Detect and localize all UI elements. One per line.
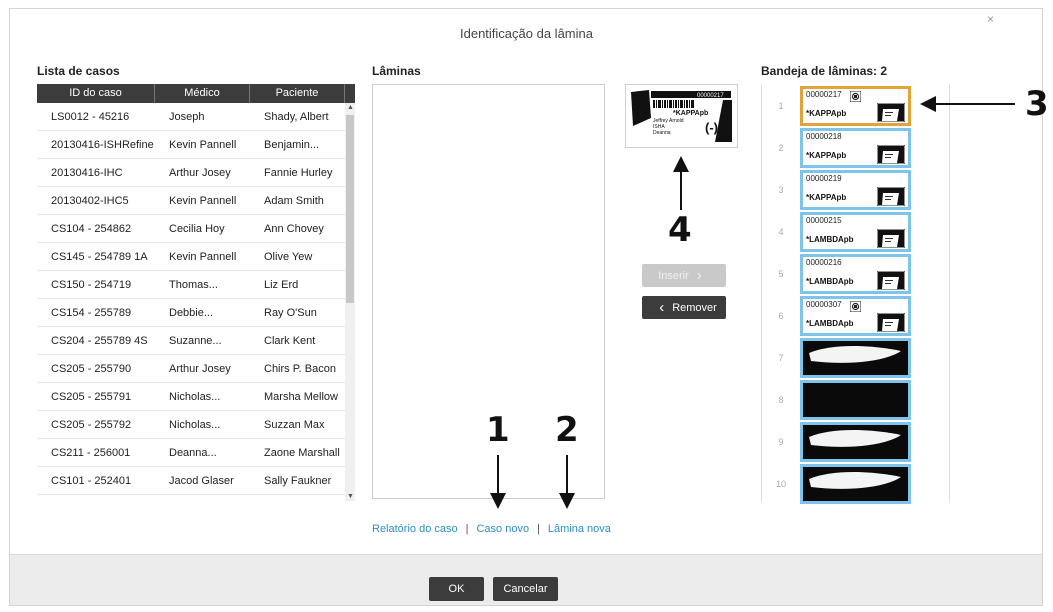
callout-arrows	[490, 96, 1015, 509]
callout-2: 2	[555, 410, 579, 450]
callout-3: 3	[1025, 84, 1049, 124]
slide-identification-dialog: Identificação da lâmina × Lista de casos…	[0, 0, 1053, 612]
callout-4: 4	[668, 210, 692, 250]
callout-1: 1	[486, 410, 510, 450]
